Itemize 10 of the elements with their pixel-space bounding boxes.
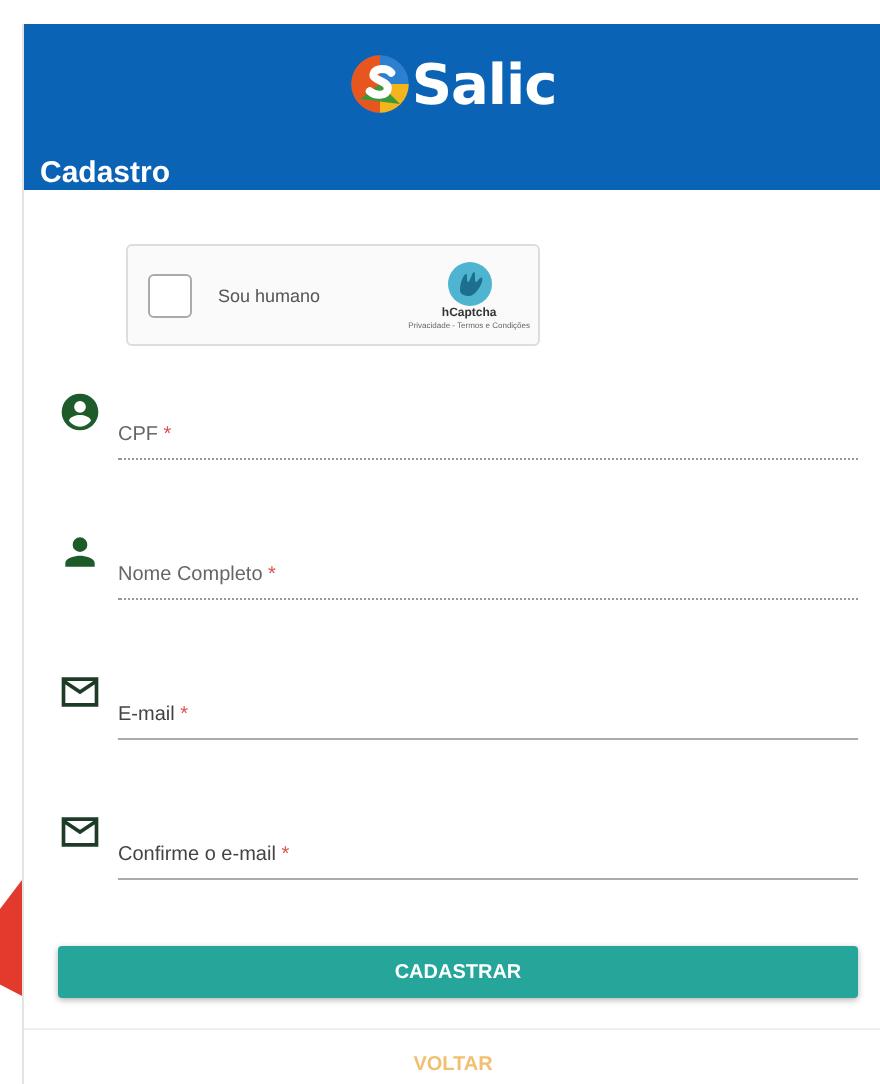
logo-text: Salic (411, 51, 557, 117)
captcha-label: Sou humano (218, 285, 323, 305)
logo-icon (349, 54, 410, 114)
page-title: Cadastro (40, 156, 173, 190)
input-field[interactable]: E-mail * (118, 680, 858, 740)
hand-icon (445, 260, 494, 308)
background-shape (0, 880, 22, 996)
checkbox[interactable] (148, 273, 192, 317)
input-field[interactable]: Confirme o e-mail * (118, 820, 858, 880)
submit-button[interactable]: CADASTRAR (58, 946, 858, 998)
